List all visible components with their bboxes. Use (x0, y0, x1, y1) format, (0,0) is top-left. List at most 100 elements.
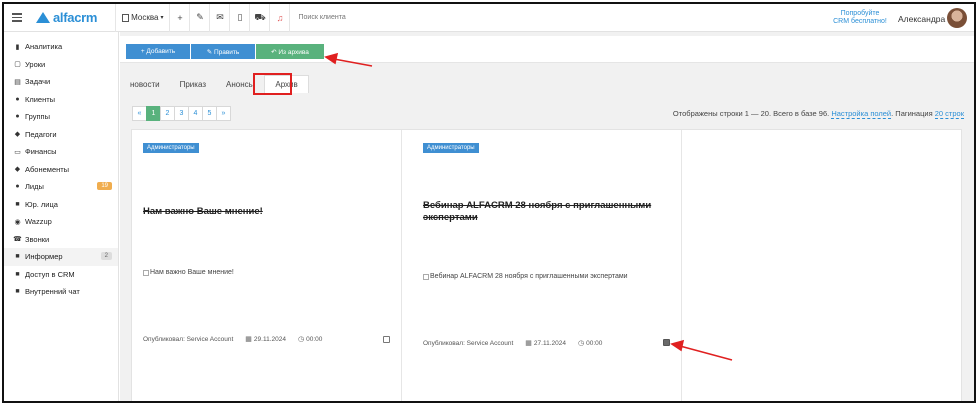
sidebar-item-analytics[interactable]: ▮ Аналитика (4, 38, 118, 56)
sidebar-item-label: Задачи (25, 77, 51, 87)
briefcase-icon: ■ (15, 200, 20, 208)
calendar-icon: ▢ (14, 61, 21, 69)
app-window: alfacrm Москва ▾ + ✎ ✉ ▯ ⛟ ♫ Попробуйте … (2, 2, 976, 403)
tab-order[interactable]: Приказ (170, 75, 216, 93)
sidebar-item-label: Группы (25, 112, 50, 122)
rows-per-page-link[interactable]: 20 строк (934, 109, 964, 119)
whatsapp-icon: ◉ (14, 218, 21, 226)
select-checkbox-checked[interactable] (663, 339, 670, 346)
news-title[interactable]: Вебинар ALFACRM 28 ноября с приглашенным… (423, 200, 673, 224)
informer-icon: ■ (15, 253, 20, 261)
edit-button[interactable]: ✎ Править (191, 44, 255, 59)
sidebar-item-label: Информер (25, 252, 63, 262)
lock-icon: ■ (15, 270, 20, 278)
sidebar-item-label: Wazzup (25, 217, 52, 227)
city-selector[interactable]: Москва ▾ (116, 4, 169, 32)
news-date: 29.11.2024 (253, 335, 286, 343)
top-bar: alfacrm Москва ▾ + ✎ ✉ ▯ ⛟ ♫ Попробуйте … (4, 4, 974, 32)
sidebar-item-teachers[interactable]: ◆ Педагоги (4, 126, 118, 144)
sidebar-item-tasks[interactable]: ▤ Задачи (4, 73, 118, 91)
sidebar-item-label: Юр. лица (25, 199, 58, 209)
chart-icon: ▮ (15, 43, 20, 51)
sidebar-item-clients[interactable]: ● Клиенты (4, 91, 118, 109)
pagination-prev[interactable]: « (132, 106, 147, 121)
news-card[interactable]: Администраторы Нам важно Ваше мнение! На… (132, 130, 402, 401)
sidebar-item-label: Клиенты (25, 94, 56, 104)
promo-line-1: Попробуйте (840, 10, 880, 17)
sidebar-item-finance[interactable]: ▭ Финансы (4, 143, 118, 161)
main-content: + Добавить ✎ Править ↶ Из архива новости… (120, 32, 974, 401)
phone-icon: ☎ (13, 236, 22, 244)
user-icon: ● (15, 95, 20, 103)
tag-icon: ◆ (14, 166, 21, 174)
sidebar: ▮ Аналитика ▢ Уроки ▤ Задачи ● Клиенты ● Груп… (4, 32, 119, 401)
caret-down-icon: ▾ (160, 15, 164, 21)
news-grid: Администраторы Нам важно Ваше мнение! На… (131, 129, 962, 401)
calendar-icon: ▦ (245, 336, 252, 343)
broken-image-icon (423, 273, 429, 280)
news-title[interactable]: Нам важно Ваше мнение! (143, 206, 393, 218)
pagination-page-5[interactable]: 5 (202, 106, 217, 121)
add-button[interactable]: + Добавить (126, 44, 190, 59)
news-time: 00:00 (306, 335, 323, 343)
tab-news[interactable]: новости (120, 75, 170, 93)
field-settings-link[interactable]: Настройка полей (831, 109, 892, 119)
sidebar-item-calls[interactable]: ☎ Звонки (4, 231, 118, 249)
promo-link[interactable]: Попробуйте CRM бесплатно! (830, 10, 890, 26)
leads-count-badge: 19 (97, 182, 112, 190)
logo-text: alfacrm (53, 10, 98, 25)
sidebar-item-leads[interactable]: ● Лиды 19 (4, 178, 118, 196)
tasks-icon: ▤ (14, 78, 21, 86)
audience-tag: Администраторы (143, 143, 199, 153)
cart-icon[interactable]: ⛟ (250, 4, 269, 32)
user-name[interactable]: Александра (898, 14, 945, 24)
pagination-page-1[interactable]: 1 (146, 106, 161, 121)
sidebar-item-groups[interactable]: ● Группы (4, 108, 118, 126)
plus-icon[interactable]: + (170, 4, 189, 32)
bell-icon[interactable]: ♫ (270, 4, 289, 32)
sidebar-item-wazzup[interactable]: ◉ Wazzup (4, 213, 118, 231)
mail-icon[interactable]: ✉ (210, 4, 229, 32)
logo[interactable]: alfacrm (36, 10, 97, 25)
sidebar-item-internal-chat[interactable]: ■ Внутренний чат (4, 283, 118, 301)
broken-image-icon (143, 269, 149, 276)
news-time: 00:00 (586, 339, 603, 347)
clock-icon: ◷ (577, 340, 585, 347)
search-input[interactable] (290, 14, 411, 21)
mobile-icon[interactable]: ▯ (230, 4, 249, 32)
news-meta: Опубликовал: Service Account ▦ 29.11.2024… (143, 335, 334, 344)
annotation-highlight-box (253, 73, 292, 95)
users-icon: ● (15, 113, 20, 121)
restore-from-archive-button[interactable]: ↶ Из архива (256, 44, 324, 59)
news-card[interactable]: Администраторы Вебинар ALFACRM 28 ноября… (412, 130, 682, 401)
sidebar-item-lessons[interactable]: ▢ Уроки (4, 56, 118, 74)
published-by: Опубликовал: Service Account (423, 339, 514, 347)
informer-count-badge: 2 (100, 252, 112, 260)
news-image: Вебинар ALFACRM 28 ноября с приглашенным… (423, 273, 628, 280)
pagination-info: Отображены строки 1 — 20. Всего в базе 9… (672, 109, 964, 119)
graduation-icon: ◆ (14, 131, 21, 139)
sidebar-item-label: Финансы (25, 147, 57, 157)
sidebar-item-subscriptions[interactable]: ◆ Абонементы (4, 161, 118, 179)
sidebar-item-crm-access[interactable]: ■ Доступ в CRM (4, 266, 118, 284)
pagination-page-2[interactable]: 2 (160, 106, 175, 121)
pagination-label: Пагинация (895, 109, 933, 118)
clock-icon: ◷ (297, 336, 305, 343)
pagination-page-3[interactable]: 3 (174, 106, 189, 121)
avatar[interactable] (947, 8, 967, 28)
select-checkbox[interactable] (383, 336, 390, 343)
image-alt-text: Нам важно Ваше мнение! (150, 269, 234, 276)
audience-tag: Администраторы (423, 143, 479, 153)
toolbar: + Добавить ✎ Править ↶ Из архива (120, 36, 974, 63)
promo-line-2: CRM бесплатно! (833, 18, 887, 25)
news-meta: Опубликовал: Service Account ▦ 27.11.2024… (423, 339, 614, 348)
calendar-icon: ▦ (525, 340, 532, 347)
logo-mark-icon (36, 12, 50, 23)
sidebar-item-legal-entities[interactable]: ■ Юр. лица (4, 196, 118, 214)
menu-icon[interactable] (12, 11, 22, 24)
sidebar-item-informer[interactable]: ■ Информер 2 (4, 248, 118, 266)
pagination-next[interactable]: » (216, 106, 231, 121)
wrench-icon[interactable]: ✎ (190, 4, 209, 32)
pagination-page-4[interactable]: 4 (188, 106, 203, 121)
user-plus-icon: ● (15, 183, 20, 191)
